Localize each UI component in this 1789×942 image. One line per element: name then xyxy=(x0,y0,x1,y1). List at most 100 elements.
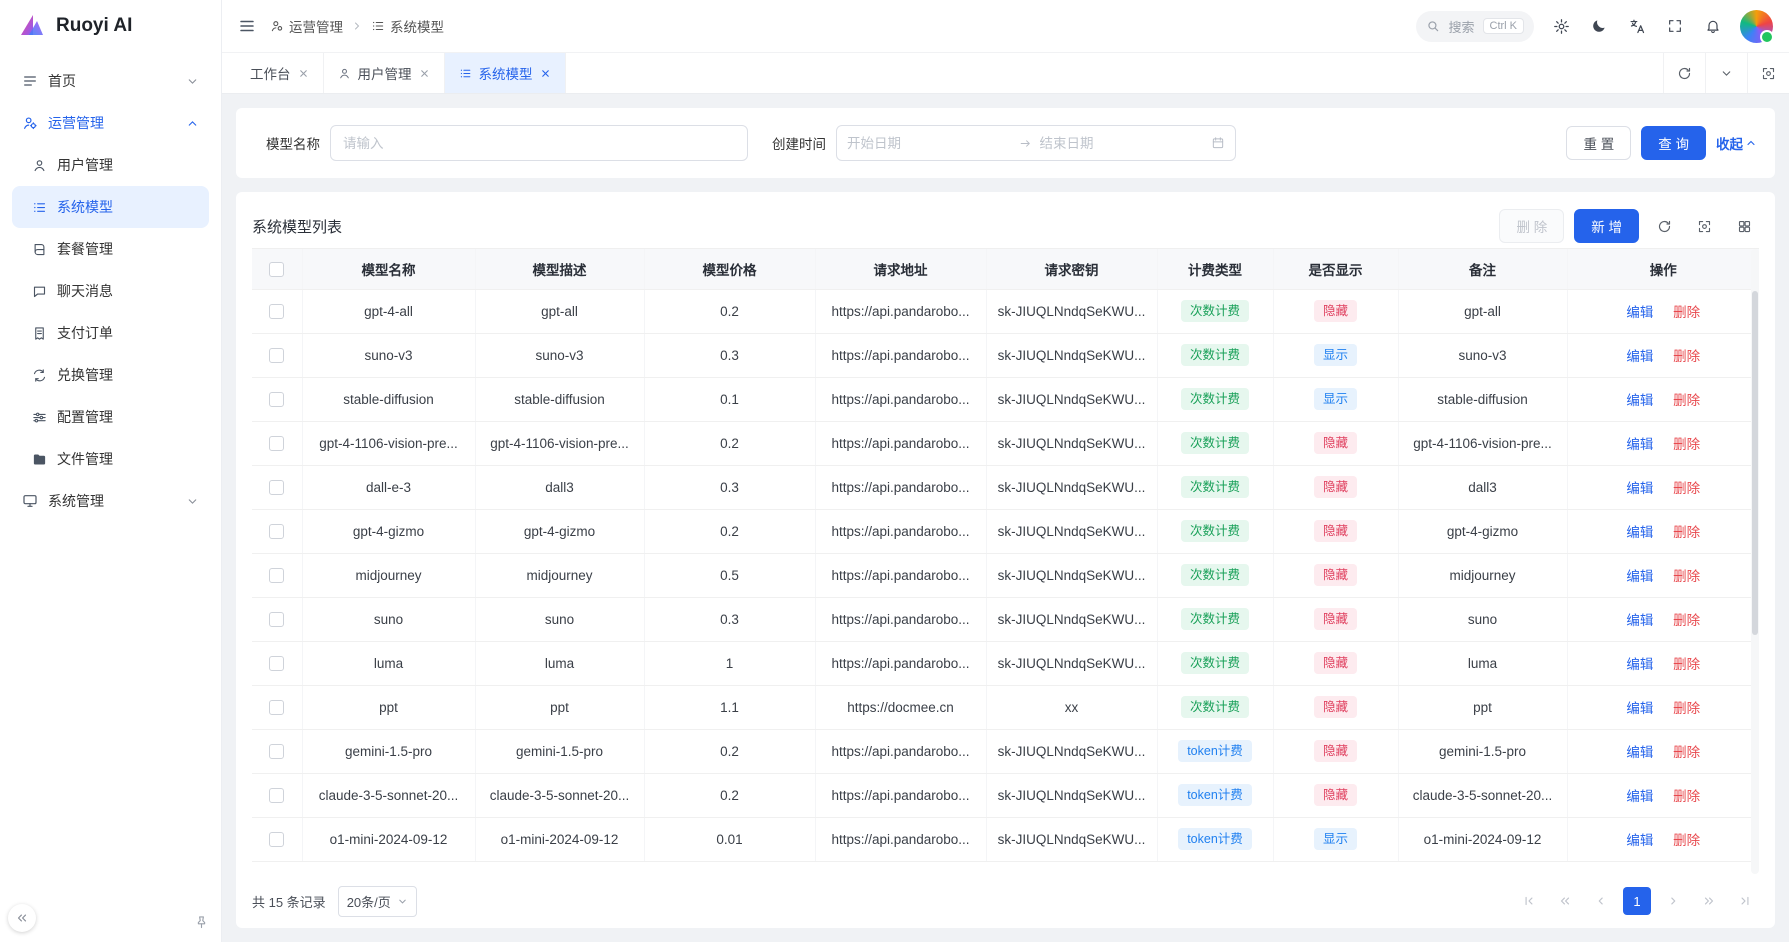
sidebar-item-package-management[interactable]: 套餐管理 xyxy=(12,228,209,270)
row-checkbox[interactable] xyxy=(269,524,284,539)
edit-link[interactable]: 编辑 xyxy=(1626,525,1653,540)
visibility-badge[interactable]: 隐藏 xyxy=(1314,652,1357,675)
visibility-badge[interactable]: 隐藏 xyxy=(1314,564,1357,587)
batch-delete-button[interactable]: 删 除 xyxy=(1499,209,1564,243)
visibility-badge[interactable]: 隐藏 xyxy=(1314,696,1357,719)
delete-link[interactable]: 删除 xyxy=(1673,569,1700,584)
row-checkbox[interactable] xyxy=(269,480,284,495)
refresh-tab-button[interactable] xyxy=(1663,53,1705,93)
sidebar-item-home[interactable]: 首页 xyxy=(12,60,209,102)
delete-link[interactable]: 删除 xyxy=(1673,657,1700,672)
pin-icon[interactable] xyxy=(194,915,209,930)
delete-link[interactable]: 删除 xyxy=(1673,613,1700,628)
table-scrollbar[interactable] xyxy=(1751,249,1759,874)
close-icon[interactable] xyxy=(540,68,551,79)
query-button[interactable]: 查 询 xyxy=(1641,126,1706,160)
delete-link[interactable]: 删除 xyxy=(1673,701,1700,716)
table-fullscreen-button[interactable] xyxy=(1689,211,1719,241)
visibility-badge[interactable]: 隐藏 xyxy=(1314,784,1357,807)
row-checkbox[interactable] xyxy=(269,348,284,363)
reset-button[interactable]: 重 置 xyxy=(1566,126,1631,160)
collapse-filter-link[interactable]: 收起 xyxy=(1716,133,1757,153)
row-checkbox[interactable] xyxy=(269,304,284,319)
user-avatar[interactable] xyxy=(1740,10,1773,43)
sidebar-item-redeem-management[interactable]: 兑换管理 xyxy=(12,354,209,396)
add-button[interactable]: 新 增 xyxy=(1574,209,1639,243)
scrollbar-thumb[interactable] xyxy=(1752,291,1758,635)
prev-group-button[interactable] xyxy=(1551,887,1579,915)
dark-mode-button[interactable] xyxy=(1582,9,1616,43)
row-checkbox[interactable] xyxy=(269,392,284,407)
edit-link[interactable]: 编辑 xyxy=(1626,745,1653,760)
sidebar-collapse-button[interactable] xyxy=(8,904,36,932)
delete-link[interactable]: 删除 xyxy=(1673,481,1700,496)
tab-user-management[interactable]: 用户管理 xyxy=(324,53,445,93)
row-checkbox[interactable] xyxy=(269,788,284,803)
edit-link[interactable]: 编辑 xyxy=(1626,613,1653,628)
delete-link[interactable]: 删除 xyxy=(1673,305,1700,320)
next-group-button[interactable] xyxy=(1695,887,1723,915)
row-checkbox[interactable] xyxy=(269,656,284,671)
fullscreen-button[interactable] xyxy=(1658,9,1692,43)
hamburger-menu-icon[interactable] xyxy=(238,17,256,35)
visibility-badge[interactable]: 隐藏 xyxy=(1314,476,1357,499)
select-all-checkbox[interactable] xyxy=(269,262,284,277)
delete-link[interactable]: 删除 xyxy=(1673,525,1700,540)
sidebar-item-config-management[interactable]: 配置管理 xyxy=(12,396,209,438)
first-page-button[interactable] xyxy=(1515,887,1543,915)
end-date-input[interactable] xyxy=(1040,136,1204,151)
breadcrumb-item-operations[interactable]: 运营管理 xyxy=(270,16,343,36)
visibility-badge[interactable]: 显示 xyxy=(1314,828,1357,851)
sidebar-item-system-management[interactable]: 系统管理 xyxy=(12,480,209,522)
delete-link[interactable]: 删除 xyxy=(1673,745,1700,760)
edit-link[interactable]: 编辑 xyxy=(1626,481,1653,496)
visibility-badge[interactable]: 隐藏 xyxy=(1314,520,1357,543)
global-search[interactable]: 搜索 Ctrl K xyxy=(1416,11,1534,42)
row-checkbox[interactable] xyxy=(269,612,284,627)
visibility-badge[interactable]: 隐藏 xyxy=(1314,432,1357,455)
page-number[interactable]: 1 xyxy=(1623,887,1651,915)
edit-link[interactable]: 编辑 xyxy=(1626,657,1653,672)
language-button[interactable] xyxy=(1620,9,1654,43)
tab-options-button[interactable] xyxy=(1705,53,1747,93)
close-icon[interactable] xyxy=(298,68,309,79)
tab-system-model[interactable]: 系统模型 xyxy=(445,53,566,93)
next-page-button[interactable] xyxy=(1659,887,1687,915)
edit-link[interactable]: 编辑 xyxy=(1626,833,1653,848)
visibility-badge[interactable]: 显示 xyxy=(1314,344,1357,367)
delete-link[interactable]: 删除 xyxy=(1673,437,1700,452)
logo-row[interactable]: Ruoyi AI xyxy=(0,0,221,52)
refresh-table-button[interactable] xyxy=(1649,211,1679,241)
row-checkbox[interactable] xyxy=(269,832,284,847)
edit-link[interactable]: 编辑 xyxy=(1626,437,1653,452)
delete-link[interactable]: 删除 xyxy=(1673,349,1700,364)
breadcrumb-item-system-model[interactable]: 系统模型 xyxy=(371,16,444,36)
visibility-badge[interactable]: 隐藏 xyxy=(1314,300,1357,323)
edit-link[interactable]: 编辑 xyxy=(1626,701,1653,716)
row-checkbox[interactable] xyxy=(269,568,284,583)
page-size-select[interactable]: 20条/页 xyxy=(338,886,417,917)
content-fullscreen-button[interactable] xyxy=(1747,53,1789,93)
sidebar-item-payment-orders[interactable]: 支付订单 xyxy=(12,312,209,354)
edit-link[interactable]: 编辑 xyxy=(1626,305,1653,320)
sidebar-item-user-management[interactable]: 用户管理 xyxy=(12,144,209,186)
sidebar-item-chat-messages[interactable]: 聊天消息 xyxy=(12,270,209,312)
model-name-input[interactable] xyxy=(330,125,748,161)
delete-link[interactable]: 删除 xyxy=(1673,833,1700,848)
prev-page-button[interactable] xyxy=(1587,887,1615,915)
edit-link[interactable]: 编辑 xyxy=(1626,393,1653,408)
sidebar-item-system-model[interactable]: 系统模型 xyxy=(12,186,209,228)
settings-button[interactable] xyxy=(1544,9,1578,43)
edit-link[interactable]: 编辑 xyxy=(1626,349,1653,364)
row-checkbox[interactable] xyxy=(269,436,284,451)
column-settings-button[interactable] xyxy=(1729,211,1759,241)
edit-link[interactable]: 编辑 xyxy=(1626,789,1653,804)
row-checkbox[interactable] xyxy=(269,744,284,759)
sidebar-item-operations[interactable]: 运营管理 xyxy=(12,102,209,144)
tab-workbench[interactable]: 工作台 xyxy=(236,53,324,93)
delete-link[interactable]: 删除 xyxy=(1673,393,1700,408)
visibility-badge[interactable]: 隐藏 xyxy=(1314,740,1357,763)
edit-link[interactable]: 编辑 xyxy=(1626,569,1653,584)
visibility-badge[interactable]: 隐藏 xyxy=(1314,608,1357,631)
date-range-picker[interactable] xyxy=(836,125,1236,161)
